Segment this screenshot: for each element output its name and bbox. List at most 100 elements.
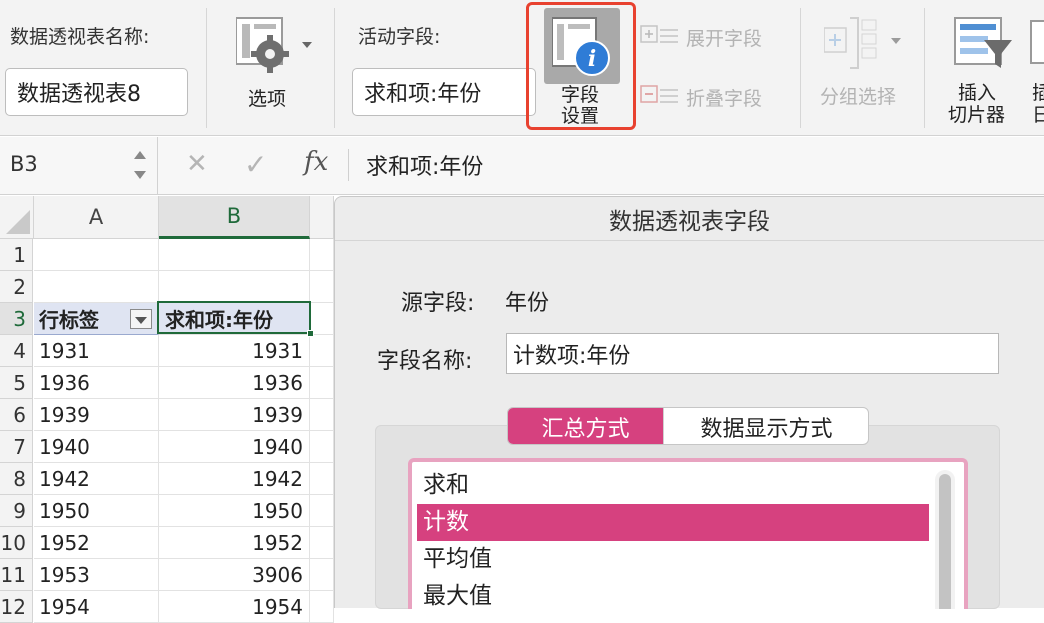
row-header[interactable]: 9 — [0, 495, 33, 527]
cell-c[interactable] — [310, 463, 334, 495]
insert-timeline-label-line2: 日 — [1032, 104, 1044, 126]
cell-c[interactable] — [310, 367, 334, 399]
row-header[interactable]: 1 — [0, 239, 33, 271]
row-header[interactable]: 4 — [0, 335, 33, 367]
row-header[interactable]: 11 — [0, 559, 33, 591]
cell-a[interactable]: 1939 — [34, 399, 159, 431]
cell-c[interactable] — [310, 239, 334, 271]
function-items: 求和 计数 平均值 最大值 — [417, 467, 929, 609]
active-field-input[interactable]: 求和项:年份 — [352, 68, 536, 116]
cell-c[interactable] — [310, 431, 334, 463]
function-item[interactable]: 求和 — [417, 467, 929, 504]
cell-b[interactable]: 3906 — [159, 559, 310, 591]
function-item-selected[interactable]: 计数 — [417, 504, 929, 541]
cell-b[interactable] — [159, 271, 310, 303]
cell-c[interactable] — [310, 495, 334, 527]
active-field-label: 活动字段: — [358, 26, 441, 48]
row-header[interactable]: 12 — [0, 591, 33, 623]
spreadsheet-grid: A B 1 2 3 行标签 求和项:年份 4 1931 1931 5 1936 1936 6 1939 1… — [0, 196, 334, 623]
svg-text:i: i — [588, 46, 596, 72]
function-item[interactable]: 最大值 — [417, 578, 929, 609]
row-header[interactable]: 7 — [0, 431, 33, 463]
insert-slicer-button[interactable]: 插入 切片器 — [944, 12, 1024, 128]
cell-a[interactable] — [34, 271, 159, 303]
cell-a[interactable]: 1950 — [34, 495, 159, 527]
column-header-a[interactable]: A — [34, 196, 159, 239]
cell-a[interactable]: 1954 — [34, 591, 159, 623]
insert-slicer-label-line2: 切片器 — [948, 104, 1006, 126]
cell-b[interactable]: 1950 — [159, 495, 310, 527]
cell-c[interactable] — [310, 271, 334, 303]
options-label: 选项 — [248, 88, 287, 110]
cell-b[interactable]: 1931 — [159, 335, 310, 367]
cell-a[interactable]: 1940 — [34, 431, 159, 463]
expand-field-label: 展开字段 — [686, 28, 763, 50]
cell-c[interactable] — [310, 591, 334, 623]
cell-a[interactable] — [34, 239, 159, 271]
cell-c[interactable] — [310, 399, 334, 431]
list-scrollbar-thumb[interactable] — [939, 474, 951, 609]
options-button[interactable]: 选项 — [228, 12, 318, 128]
pivot-name-input[interactable]: 数据透视表8 — [5, 68, 188, 116]
function-item[interactable]: 平均值 — [417, 541, 929, 578]
cell-b[interactable]: 1936 — [159, 367, 310, 399]
ribbon-divider — [334, 8, 335, 128]
formula-input[interactable]: 求和项:年份 — [366, 149, 483, 181]
cell-a[interactable]: 1931 — [34, 335, 159, 367]
column-header-b[interactable]: B — [159, 196, 310, 239]
field-name-label: 字段名称: — [377, 349, 473, 374]
cell-c[interactable] — [310, 527, 334, 559]
confirm-icon[interactable]: ✓ — [244, 148, 267, 181]
name-box-stepper-icon[interactable] — [130, 147, 150, 183]
cell-a[interactable]: 1953 — [34, 559, 159, 591]
group-selection-icon — [824, 17, 901, 69]
field-settings-button[interactable]: i 字段 设置 — [526, 2, 636, 130]
cell-c[interactable] — [310, 335, 334, 367]
group-selection-label: 分组选择 — [820, 86, 897, 108]
fill-handle[interactable] — [307, 330, 314, 337]
tab-show-values-as[interactable]: 数据显示方式 — [663, 408, 868, 444]
column-header-c[interactable] — [310, 196, 334, 239]
ribbon-divider — [800, 8, 801, 128]
insert-timeline-button-partial[interactable]: 插 日 — [1030, 12, 1044, 128]
row-header[interactable]: 8 — [0, 463, 33, 495]
summary-function-list[interactable]: 求和 计数 平均值 最大值 — [408, 458, 968, 609]
collapse-field-label: 折叠字段 — [686, 88, 763, 110]
source-field-label: 源字段: — [401, 291, 475, 316]
cell-a[interactable]: 1952 — [34, 527, 159, 559]
row-header[interactable]: 3 — [0, 303, 33, 335]
ribbon-divider — [924, 8, 925, 128]
list-scrollbar-track[interactable] — [935, 470, 955, 609]
cell-a[interactable]: 1936 — [34, 367, 159, 399]
select-all-corner[interactable] — [0, 196, 34, 239]
row-header[interactable]: 10 — [0, 527, 33, 559]
group-selection-button[interactable]: 分组选择 — [812, 12, 912, 116]
cell-b[interactable]: 1954 — [159, 591, 310, 623]
dialog-title: 数据透视表字段 — [335, 197, 1044, 241]
cell-b[interactable] — [159, 239, 310, 271]
row-labels-text: 行标签 — [39, 308, 99, 332]
row-header[interactable]: 5 — [0, 367, 33, 399]
row-labels-header[interactable]: 行标签 — [34, 303, 159, 335]
cell-b[interactable]: 1942 — [159, 463, 310, 495]
cell-a[interactable]: 1942 — [34, 463, 159, 495]
tab-summary-by[interactable]: 汇总方式 — [508, 408, 663, 444]
sum-of-year-header[interactable]: 求和项:年份 — [159, 303, 310, 335]
expand-field-button[interactable]: 展开字段 — [640, 20, 790, 54]
cell-b[interactable]: 1940 — [159, 431, 310, 463]
name-box-value: B3 — [10, 152, 38, 176]
row-header[interactable]: 6 — [0, 399, 33, 431]
slicer-filter-icon — [954, 17, 1012, 68]
timeline-icon — [1030, 20, 1044, 64]
insert-timeline-label-line1: 插 — [1032, 82, 1044, 104]
row-header[interactable]: 2 — [0, 271, 33, 303]
field-name-input[interactable]: 计数项:年份 — [506, 333, 999, 374]
cell-b[interactable]: 1952 — [159, 527, 310, 559]
cell-b[interactable]: 1939 — [159, 399, 310, 431]
name-box[interactable]: B3 — [0, 137, 158, 194]
collapse-field-button[interactable]: 折叠字段 — [640, 80, 790, 114]
filter-dropdown-icon[interactable] — [130, 309, 152, 329]
fx-icon[interactable]: fx — [304, 147, 328, 177]
cancel-icon[interactable]: ✕ — [186, 149, 208, 179]
cell-c[interactable] — [310, 559, 334, 591]
